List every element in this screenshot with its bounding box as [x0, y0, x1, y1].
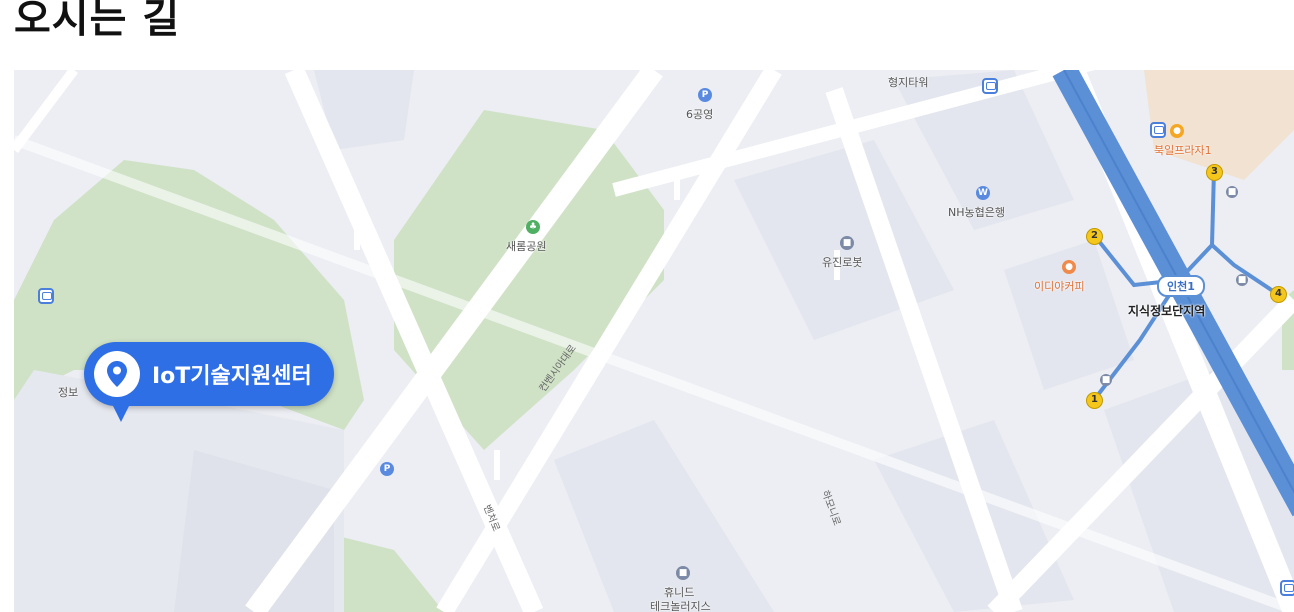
bus-stop-icon[interactable] — [1150, 122, 1166, 138]
building-icon[interactable]: ■ — [1100, 374, 1112, 386]
poi-label-saerom: 새롬공원 — [506, 240, 547, 253]
poi-label-nhbank: NH농협은행 — [948, 206, 1005, 219]
exit-4-icon[interactable]: 4 — [1270, 286, 1287, 303]
building-icon[interactable]: ■ — [840, 236, 854, 250]
marker-label: IoT기술지원센터 — [152, 364, 312, 389]
exit-3-icon[interactable]: 3 — [1206, 164, 1223, 181]
exit-2-icon[interactable]: 2 — [1086, 228, 1103, 245]
poi-label-hyungji: 형지타워 — [888, 76, 929, 89]
bus-stop-icon[interactable] — [38, 288, 54, 304]
park-icon[interactable]: ♣ — [526, 220, 540, 234]
poi-label-hunid2: 테크놀러지스 — [650, 600, 711, 612]
exit-1-icon[interactable]: 1 — [1086, 392, 1103, 409]
building-icon[interactable]: ■ — [1226, 186, 1238, 198]
poi-label-ediya: 이디야커피 — [1034, 280, 1085, 293]
page-title: 오시는 길 — [14, 0, 181, 42]
bus-stop-icon[interactable] — [982, 78, 998, 94]
map[interactable]: P 6공영 형지타워 ♣ 새롬공원 ■ 유진로봇 W NH농협은행 ● 이디야커… — [14, 70, 1294, 612]
parking-icon[interactable]: P — [698, 88, 712, 102]
bank-icon[interactable]: W — [976, 186, 990, 200]
poi-label-parking: 6공영 — [686, 108, 714, 121]
poi-label-bugil: 북일프라자1 — [1154, 144, 1212, 157]
subway-line-badge[interactable]: 인천1 — [1157, 275, 1205, 297]
cafe-icon[interactable]: ● — [1062, 260, 1076, 274]
map-base — [14, 70, 1294, 612]
building-icon[interactable]: ■ — [676, 566, 690, 580]
parking-icon[interactable]: P — [380, 462, 394, 476]
bus-stop-icon[interactable] — [1280, 580, 1294, 596]
shop-icon[interactable]: ● — [1170, 124, 1184, 138]
building-icon[interactable]: ■ — [1236, 274, 1248, 286]
poi-label-yujin: 유진로봇 — [822, 256, 863, 269]
poi-label-left: 정보 — [58, 386, 79, 399]
location-marker[interactable]: IoT기술지원센터 — [84, 342, 334, 422]
location-pin-icon — [94, 351, 140, 397]
station-label: 지식정보단지역 — [1128, 304, 1206, 318]
